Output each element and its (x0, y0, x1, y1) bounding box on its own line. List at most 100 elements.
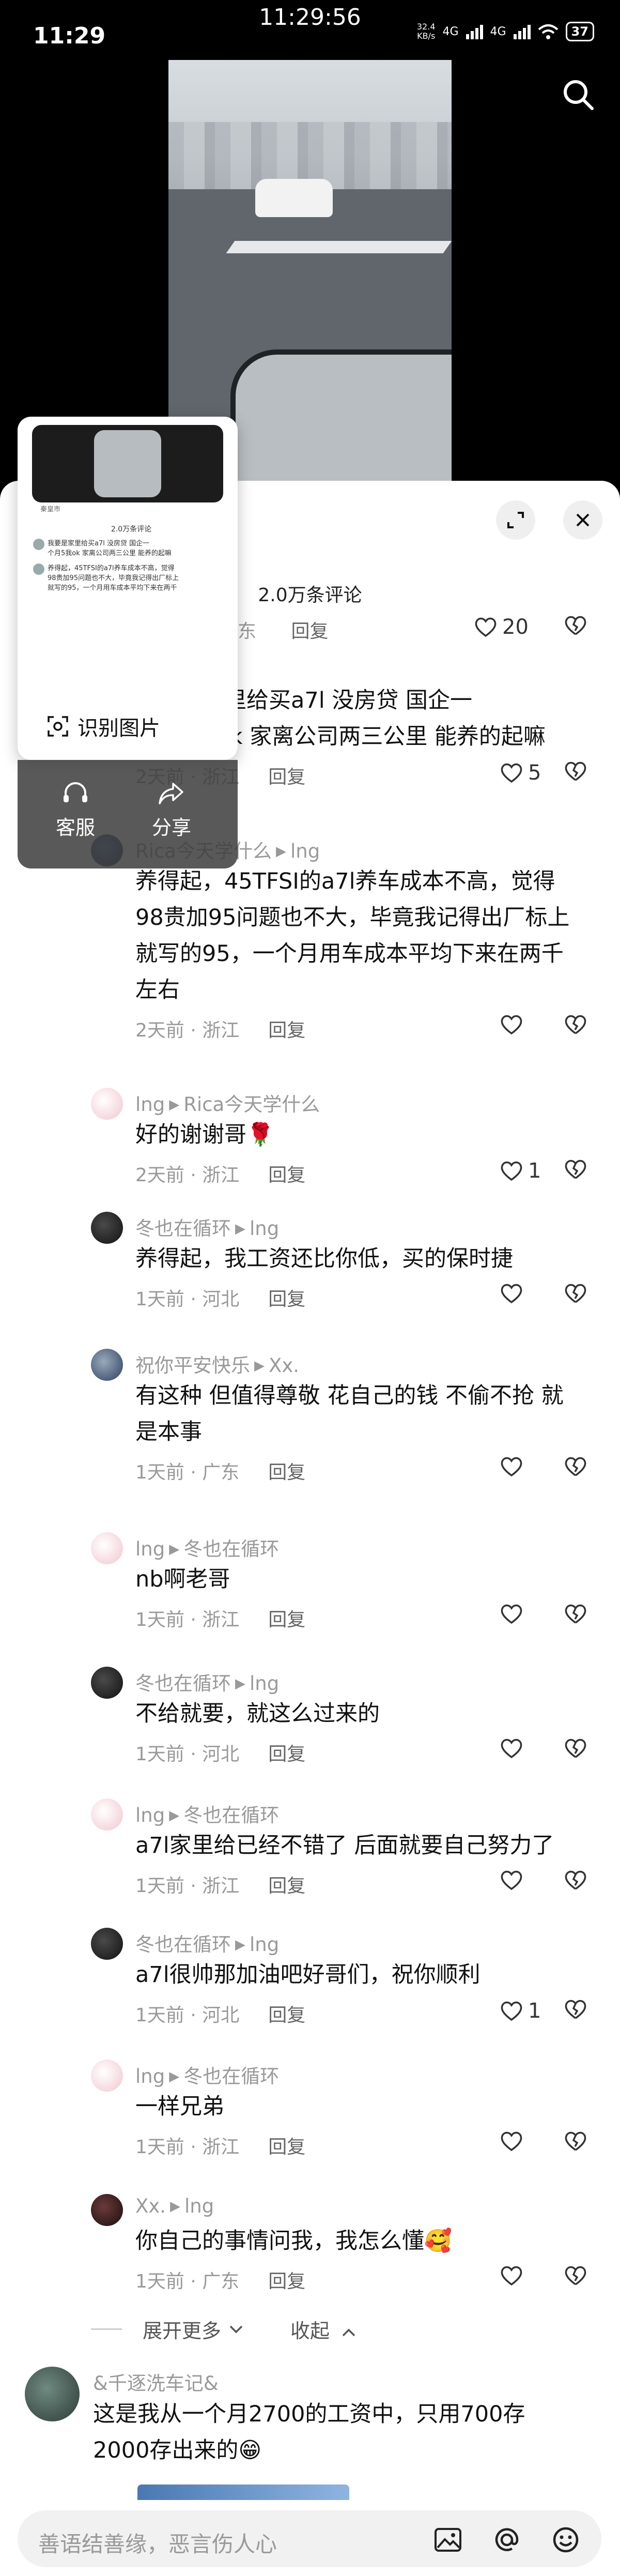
dislike-button[interactable] (564, 761, 587, 784)
reply-button[interactable]: 回复 (268, 2005, 305, 2026)
comment-author[interactable]: lng (135, 1538, 165, 1560)
comment-author[interactable]: 祝你平安快乐 (135, 1354, 250, 1377)
reply-button[interactable]: 回复 (268, 2137, 305, 2158)
search-icon (564, 80, 594, 110)
reply-button[interactable]: 回复 (268, 1020, 305, 1041)
battery-indicator: 37 (565, 22, 594, 41)
comment-author[interactable]: 冬也在循环 (135, 1672, 231, 1695)
comment-reply-to[interactable]: Xx. (269, 1354, 299, 1377)
comment-reply-to[interactable]: lng (184, 2195, 214, 2217)
like-button[interactable] (500, 1604, 528, 1624)
comment-author[interactable]: Xx. (135, 2195, 166, 2217)
like-button[interactable] (500, 2265, 528, 2286)
like-button[interactable]: 1 (500, 1999, 541, 2023)
dislike-button[interactable] (564, 1999, 587, 2022)
comment-image[interactable] (137, 2484, 349, 2500)
emoji-button[interactable] (548, 2522, 584, 2558)
comment-reply-to[interactable]: Rica今天学什么 (183, 1093, 320, 1116)
comment-reply-to[interactable]: lng (250, 1672, 279, 1695)
avatar[interactable] (25, 2367, 80, 2421)
screenshot-preview[interactable]: 秦皇市 2.0万条评论 我要是家里给买a7l 没房贷 国企一 个月5我ok 家离公… (33, 505, 229, 685)
avatar[interactable] (91, 1532, 123, 1564)
avatar (33, 563, 44, 575)
comment-author[interactable]: lng (135, 2065, 165, 2087)
dislike-button[interactable] (564, 1604, 587, 1626)
mention-button[interactable] (489, 2522, 525, 2558)
comment-reply-to[interactable]: lng (250, 1217, 279, 1240)
comment-meta: 1天前 · 广东 回复 (135, 1462, 306, 1483)
comment-location: 河北 (202, 1744, 240, 1765)
reply-button[interactable]: 回复 (268, 1462, 305, 1483)
avatar[interactable] (91, 1667, 123, 1699)
reply-button[interactable]: 回复 (268, 1165, 305, 1186)
recognize-image-button[interactable]: 识别图片 (47, 711, 160, 741)
video-crosswalk (226, 241, 452, 253)
broken-heart-icon (565, 2131, 586, 2151)
comment-reply-to[interactable]: lng (290, 840, 320, 862)
reply-button[interactable]: 回复 (268, 1744, 305, 1765)
comment-reply-to[interactable]: lng (250, 1933, 279, 1956)
avatar[interactable] (91, 1212, 123, 1244)
comment-time: 1天前 (135, 1744, 184, 1765)
comment-author-line: lng ▶ Rica今天学什么 (135, 1089, 320, 1117)
dislike-button[interactable] (564, 1159, 587, 1182)
comment-author[interactable]: lng (135, 1804, 165, 1826)
search-button[interactable] (560, 77, 596, 113)
comment-time: 1天前 (135, 2137, 184, 2158)
reply-button[interactable]: 回复 (268, 1289, 305, 1310)
avatar[interactable] (91, 1928, 123, 1960)
avatar[interactable] (91, 1088, 123, 1120)
comment-location: 浙江 (202, 2137, 240, 2158)
reply-button[interactable]: 回复 (268, 2271, 305, 2292)
dislike-button[interactable] (564, 1014, 587, 1037)
like-button[interactable] (500, 1014, 528, 1035)
reply-button[interactable]: 回复 (268, 767, 305, 788)
like-button[interactable] (500, 1870, 528, 1891)
comment-reply-to[interactable]: 冬也在循环 (183, 1804, 279, 1826)
comment-author[interactable]: &千逐洗车记& (93, 2368, 219, 2396)
customer-service-button[interactable]: 客服 (34, 781, 117, 840)
dislike-button[interactable] (564, 615, 587, 638)
collapse-button[interactable]: 收起 (290, 2315, 357, 2343)
reply-button[interactable]: 回复 (268, 1876, 305, 1897)
dislike-button[interactable] (564, 2265, 587, 2288)
expand-icon (507, 512, 524, 528)
expand-more-button[interactable]: 展开更多 (91, 2315, 244, 2343)
reply-button[interactable]: 回复 (291, 621, 328, 642)
comment-location: 浙江 (202, 1609, 240, 1630)
comment-author[interactable]: lng (135, 1093, 165, 1116)
like-button[interactable]: 1 (500, 1159, 541, 1183)
comment-time: 2天前 (135, 1020, 184, 1041)
comment-reply-to[interactable]: 冬也在循环 (183, 2065, 279, 2087)
reply-button[interactable]: 回复 (268, 1609, 305, 1630)
like-button[interactable] (500, 2131, 528, 2152)
comment-author[interactable]: 冬也在循环 (135, 1217, 231, 1240)
comment-author[interactable]: 冬也在循环 (135, 1933, 231, 1956)
dislike-button[interactable] (564, 2131, 587, 2154)
comment-time: 1天前 (135, 1876, 184, 1897)
comment-meta: 东 回复 (238, 621, 329, 642)
comment-author-line: lng ▶ 冬也在循环 (135, 2061, 279, 2089)
like-button[interactable]: 20 (474, 615, 529, 639)
like-button[interactable] (500, 1456, 528, 1477)
comment-reply-to[interactable]: 冬也在循环 (183, 1538, 279, 1560)
avatar[interactable] (91, 1349, 123, 1381)
broken-heart-icon (565, 2266, 586, 2285)
comment-meta: 1天前 · 河北 回复 (135, 2005, 306, 2026)
comment-input[interactable]: 善语结善缘，恶言伤人心 (18, 2510, 601, 2567)
image-button[interactable] (430, 2522, 466, 2558)
dislike-button[interactable] (564, 1456, 587, 1479)
like-button[interactable] (500, 1283, 528, 1304)
dislike-button[interactable] (564, 1283, 587, 1306)
avatar[interactable] (91, 2060, 123, 2092)
avatar[interactable] (91, 1798, 123, 1831)
avatar[interactable] (91, 2194, 123, 2226)
expand-sheet-button[interactable] (496, 500, 535, 540)
close-sheet-button[interactable] (563, 500, 602, 540)
share-button[interactable]: 分享 (130, 781, 213, 840)
like-button[interactable]: 5 (500, 761, 541, 785)
like-button[interactable] (500, 1738, 528, 1759)
broken-heart-icon (565, 1015, 586, 1034)
dislike-button[interactable] (564, 1870, 587, 1893)
dislike-button[interactable] (564, 1738, 587, 1761)
